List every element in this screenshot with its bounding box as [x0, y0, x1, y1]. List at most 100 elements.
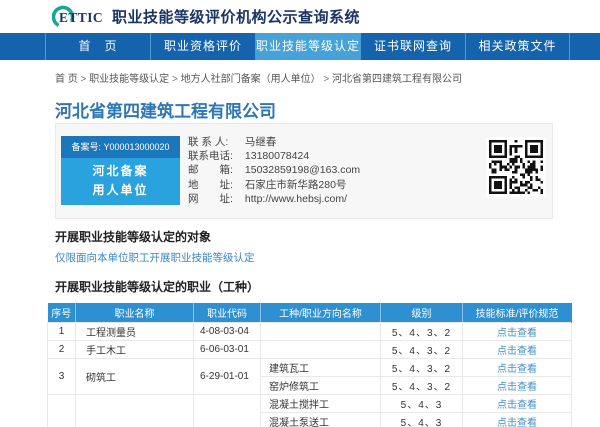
objects-note-link[interactable]: 仅限面向本单位职工开展职业技能等级认定 — [55, 250, 255, 265]
cell-standard-link: 点击查看 — [463, 340, 572, 358]
record-label: 备案号: — [71, 142, 103, 152]
column-header: 技能标准/评价规范 — [463, 303, 572, 322]
view-link[interactable]: 点击查看 — [497, 346, 537, 357]
column-header: 级别 — [381, 303, 463, 322]
cell-levels: 5、4、3、2 — [381, 322, 463, 340]
column-header: 序号 — [48, 303, 76, 322]
contact-value: 15032859198@163.com — [242, 164, 360, 176]
cell-occupation-code: 6-06-03-01 — [194, 340, 261, 358]
cell-levels: 5、4、3、2 — [381, 340, 463, 358]
view-link[interactable]: 点击查看 — [497, 418, 537, 427]
badge-line1: 河北备案 — [61, 162, 180, 181]
contact-value: 马继春 — [242, 136, 276, 148]
jobs-heading: 开展职业技能等级认定的职业（工种） — [55, 278, 259, 295]
nav-item[interactable]: 职业技能等级认定 — [255, 33, 360, 60]
cell-levels: 5、4、3、2 — [381, 376, 463, 394]
cell-levels: 5、4、3 — [381, 412, 463, 427]
cell-standard-link: 点击查看 — [463, 358, 572, 376]
cell-levels: 5、4、3 — [381, 394, 463, 412]
cell-occupation-name: 工程测量员 — [76, 322, 194, 340]
jobs-table: 序号职业名称职业代码工种/职业方向名称级别技能标准/评价规范 1工程测量员4-0… — [47, 303, 572, 427]
nav-items: 首 页职业资格评价职业技能等级认定证书联网查询相关政策文件 — [45, 33, 570, 60]
cell-work-type: 混凝土搅拌工 — [261, 394, 381, 412]
breadcrumb-separator: > — [169, 74, 180, 85]
nav-item[interactable]: 相关政策文件 — [465, 33, 570, 60]
qr-code-image — [489, 140, 543, 194]
cell-occupation-name: 手工木工 — [76, 340, 194, 358]
record-badge-body: 河北备案 用人单位 — [61, 158, 180, 205]
breadcrumb-separator: > — [78, 74, 89, 85]
breadcrumb-item[interactable]: 职业技能等级认定 — [89, 74, 169, 85]
page-title: 河北省第四建筑工程有限公司 — [55, 97, 276, 122]
column-header: 工种/职业方向名称 — [261, 303, 381, 322]
cell-standard-link: 点击查看 — [463, 412, 572, 427]
nav-item[interactable]: 职业资格评价 — [150, 33, 255, 60]
cell-occupation-code: 4-08-03-04 — [194, 322, 261, 340]
contact-label: 邮 箱: — [188, 163, 242, 177]
qr-code — [486, 137, 546, 197]
nav-item[interactable]: 证书联网查询 — [360, 33, 465, 60]
contact-label: 地 址: — [188, 178, 242, 192]
contact-label: 联 系 人: — [188, 135, 242, 149]
cell-occupation-code — [194, 394, 261, 427]
contact-row: 联 系 人: 马继春 — [188, 135, 360, 149]
contact-label: 网 址: — [188, 192, 242, 206]
logo-swoosh-icon: ETTIC — [52, 4, 108, 29]
cell-work-type: 建筑瓦工 — [261, 358, 381, 376]
contact-label: 联系电话: — [188, 149, 242, 163]
cell-standard-link: 点击查看 — [463, 394, 572, 412]
cell-standard-link: 点击查看 — [463, 322, 572, 340]
cell-occupation-code: 6-29-01-01 — [194, 358, 261, 394]
contact-row: 地 址: 石家庄市新华路280号 — [188, 178, 360, 192]
contact-value: 13180078424 — [242, 150, 309, 162]
site-header: ETTIC 职业技能等级评价机构公示查询系统 — [0, 0, 600, 33]
column-header: 职业名称 — [76, 303, 194, 322]
table-header-row: 序号职业名称职业代码工种/职业方向名称级别技能标准/评价规范 — [48, 303, 572, 322]
cell-work-type — [261, 322, 381, 340]
contact-value: 石家庄市新华路280号 — [242, 179, 346, 191]
cell-work-type: 窑炉修筑工 — [261, 376, 381, 394]
cell-index — [48, 394, 76, 427]
table-row: 2手工木工6-06-03-01 5、4、3、2 点击查看 — [48, 340, 572, 358]
contact-row: 邮 箱: 15032859198@163.com — [188, 163, 360, 177]
nav-left-spacer — [0, 33, 45, 60]
view-link[interactable]: 点击查看 — [497, 400, 537, 411]
view-link[interactable]: 点击查看 — [497, 328, 537, 339]
nav-item[interactable]: 首 页 — [45, 33, 150, 60]
main-nav: 首 页职业资格评价职业技能等级认定证书联网查询相关政策文件 — [0, 33, 600, 60]
org-card: 备案号: Y000013000020 河北备案 用人单位 联 系 人: 马继春联… — [55, 123, 553, 219]
contact-row: 网 址: http://www.hebsj.com/ — [188, 192, 360, 206]
breadcrumb-separator: > — [321, 74, 332, 85]
cell-standard-link: 点击查看 — [463, 376, 572, 394]
cell-levels: 5、4、3、2 — [381, 358, 463, 376]
view-link[interactable]: 点击查看 — [497, 364, 537, 375]
table-row: 混凝土搅拌工5、4、3 点击查看 — [48, 394, 572, 412]
cell-occupation-name: 砌筑工 — [76, 358, 194, 394]
logo-text: ETTIC — [59, 10, 103, 25]
record-value: Y000013000020 — [103, 142, 169, 152]
badge-line2: 用人单位 — [61, 181, 180, 200]
cell-index: 2 — [48, 340, 76, 358]
cell-index: 1 — [48, 322, 76, 340]
column-header: 职业代码 — [194, 303, 261, 322]
contact-row: 联系电话: 13180078424 — [188, 149, 360, 163]
table-row: 3砌筑工6-29-01-01建筑瓦工5、4、3、2点击查看 — [48, 358, 572, 376]
page-root: ETTIC 职业技能等级评价机构公示查询系统 首 页职业资格评价职业技能等级认定… — [0, 0, 600, 427]
view-link[interactable]: 点击查看 — [497, 382, 537, 393]
contact-value: http://www.hebsj.com/ — [242, 193, 347, 205]
breadcrumb-item[interactable]: 地方人社部门备案（用人单位） — [181, 74, 321, 85]
cell-index: 3 — [48, 358, 76, 394]
breadcrumb-item[interactable]: 首 页 — [55, 74, 78, 85]
contact-info: 联 系 人: 马继春联系电话: 13180078424邮 箱: 15032859… — [188, 135, 360, 206]
site-logo: ETTIC — [52, 4, 108, 29]
cell-work-type: 混凝土泵送工 — [261, 412, 381, 427]
record-number: 备案号: Y000013000020 — [61, 136, 180, 158]
table-row: 1工程测量员4-08-03-04 5、4、3、2 点击查看 — [48, 322, 572, 340]
site-title: 职业技能等级评价机构公示查询系统 — [112, 0, 360, 33]
jobs-table-wrap: 序号职业名称职业代码工种/职业方向名称级别技能标准/评价规范 1工程测量员4-0… — [47, 303, 571, 427]
cell-occupation-name — [76, 394, 194, 427]
objects-heading: 开展职业技能等级认定的对象 — [55, 228, 211, 245]
breadcrumb-item[interactable]: 河北省第四建筑工程有限公司 — [332, 74, 462, 85]
cell-work-type — [261, 340, 381, 358]
breadcrumb: 首 页 > 职业技能等级认定 > 地方人社部门备案（用人单位） > 河北省第四建… — [55, 70, 462, 85]
